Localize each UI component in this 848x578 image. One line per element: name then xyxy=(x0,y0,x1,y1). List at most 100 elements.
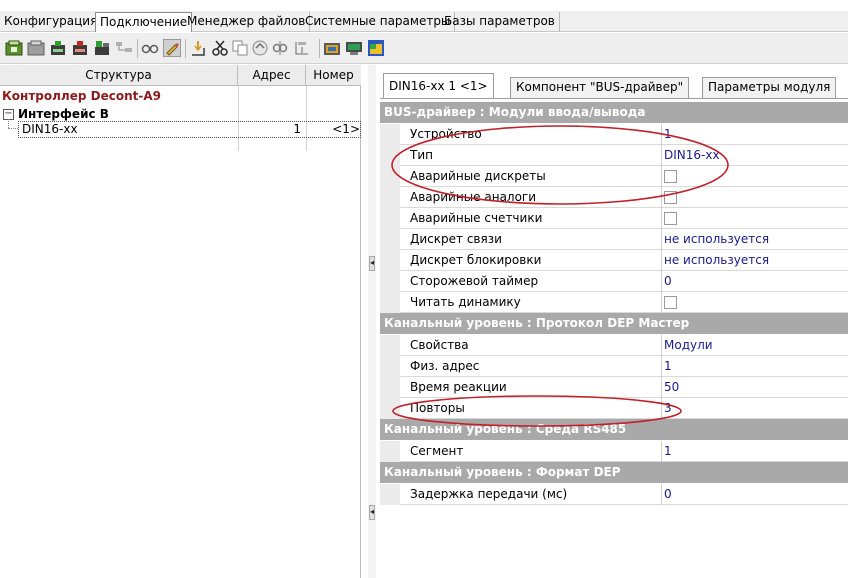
property-value[interactable]: не используется xyxy=(664,250,769,270)
property-value[interactable]: Модули xyxy=(664,335,713,355)
property-checkbox[interactable] xyxy=(664,212,677,225)
pane-splitter[interactable]: ◂ ◂ xyxy=(368,65,376,578)
property-row[interactable]: Устройство 1 xyxy=(380,124,848,145)
collapse-icon[interactable]: − xyxy=(3,108,14,120)
collapse-left-arrow-icon[interactable]: ◂ xyxy=(369,256,375,271)
menu-tab-configuration[interactable]: Конфигурация xyxy=(0,12,103,32)
device-name: DIN16-xx xyxy=(22,122,78,136)
property-name: Дискрет связи xyxy=(410,232,502,246)
tab-module-parameters[interactable]: Параметры модуля xyxy=(702,77,837,98)
section-header[interactable]: Канальный уровень : Формат DEP xyxy=(380,462,848,483)
edit-icon[interactable] xyxy=(163,39,181,57)
menu-tab-file-manager[interactable]: Менеджер файлов xyxy=(183,12,311,32)
property-name: Задержка передачи (мс) xyxy=(410,487,568,501)
row-gutter xyxy=(380,335,400,356)
property-name: Сегмент xyxy=(410,444,464,458)
remove-device-icon[interactable] xyxy=(71,39,89,57)
menu-tab-parameter-bases[interactable]: Базы параметров xyxy=(440,12,560,32)
paste-icon[interactable] xyxy=(251,39,269,57)
row-gutter xyxy=(380,229,400,250)
column-divider xyxy=(661,398,662,419)
tree-root-controller[interactable]: Контроллер Decont-A9 xyxy=(2,89,161,103)
property-value[interactable]: 0 xyxy=(664,271,672,291)
property-row[interactable]: Тип DIN16-xx xyxy=(380,145,848,166)
toolbar-separator xyxy=(319,39,320,58)
property-value[interactable]: 1 xyxy=(664,441,672,461)
property-value[interactable]: не используется xyxy=(664,229,769,249)
tab-device[interactable]: DIN16-xx 1 <1> xyxy=(383,73,494,98)
add-group-icon[interactable] xyxy=(93,39,111,57)
property-row[interactable]: Задержка передачи (мс) 0 xyxy=(380,484,848,505)
property-row[interactable]: Повторы 3 xyxy=(380,398,848,419)
row-gutter xyxy=(380,187,400,208)
column-divider xyxy=(661,145,662,166)
row-gutter xyxy=(380,292,400,313)
row-gutter xyxy=(380,250,400,271)
structure-pane: Структура Адрес Номер Контроллер Decont-… xyxy=(0,65,361,578)
cut-icon[interactable] xyxy=(211,39,229,57)
property-row[interactable]: Читать динамику xyxy=(380,292,848,313)
menu-tab-connection[interactable]: Подключение xyxy=(95,12,193,32)
glasses-icon[interactable] xyxy=(141,39,159,57)
window-icon[interactable] xyxy=(367,39,385,57)
property-value[interactable]: DIN16-xx xyxy=(664,145,720,165)
row-gutter xyxy=(380,124,400,145)
property-row[interactable]: Дискрет связи не используется xyxy=(380,229,848,250)
insert-icon[interactable] xyxy=(189,39,207,57)
column-divider xyxy=(661,377,662,398)
property-checkbox[interactable] xyxy=(664,296,677,309)
property-row[interactable]: Дискрет блокировки не используется xyxy=(380,250,848,271)
menu-tab-system-parameters[interactable]: Системные параметры xyxy=(301,12,456,32)
property-value[interactable]: 0 xyxy=(664,484,672,504)
property-row[interactable]: Свойства Модули xyxy=(380,335,848,356)
property-name: Свойства xyxy=(410,338,469,352)
property-row[interactable]: Аварийные дискреты xyxy=(380,166,848,187)
tree-node-interface[interactable]: − Интерфейс B xyxy=(3,107,109,121)
property-row[interactable]: Аварийные счетчики xyxy=(380,208,848,229)
tree-icon[interactable] xyxy=(115,39,133,57)
tree-row-device[interactable]: DIN16-xx 1 <1> xyxy=(18,121,361,138)
config-icon[interactable] xyxy=(293,39,311,57)
column-divider xyxy=(661,229,662,250)
property-checkbox[interactable] xyxy=(664,191,677,204)
add-device-icon[interactable] xyxy=(49,39,67,57)
property-name: Устройство xyxy=(410,127,482,141)
add-module-icon[interactable] xyxy=(5,39,23,57)
row-gutter xyxy=(380,208,400,229)
column-divider xyxy=(661,187,662,208)
property-row[interactable]: Аварийные аналоги xyxy=(380,187,848,208)
property-name: Повторы xyxy=(410,401,465,415)
tree-connector xyxy=(8,128,18,129)
property-value[interactable]: 3 xyxy=(664,398,672,418)
property-row[interactable]: Время реакции 50 xyxy=(380,377,848,398)
toolbar xyxy=(0,33,848,64)
property-row[interactable]: Сегмент 1 xyxy=(380,441,848,462)
property-value[interactable]: 1 xyxy=(664,124,672,144)
monitor-icon[interactable] xyxy=(345,39,363,57)
link-icon[interactable] xyxy=(271,39,289,57)
property-checkbox[interactable] xyxy=(664,170,677,183)
property-row[interactable]: Физ. адрес 1 xyxy=(380,356,848,377)
section-header[interactable]: Канальный уровень : Протокол DEP Мастер xyxy=(380,313,848,334)
property-row[interactable]: Сторожевой таймер 0 xyxy=(380,271,848,292)
tab-bus-driver[interactable]: Компонент "BUS-драйвер" xyxy=(510,77,690,98)
column-number[interactable]: Номер xyxy=(306,65,361,86)
row-gutter xyxy=(380,271,400,292)
collapse-left-arrow-icon[interactable]: ◂ xyxy=(369,505,375,520)
module-icon[interactable] xyxy=(27,39,45,57)
section-header[interactable]: Канальный уровень : Среда RS485 xyxy=(380,419,848,440)
section-header[interactable]: BUS-драйвер : Модули ввода/вывода xyxy=(380,102,848,123)
copy-icon[interactable] xyxy=(231,39,249,57)
column-divider xyxy=(661,356,662,377)
column-structure[interactable]: Структура xyxy=(0,65,238,86)
column-line xyxy=(238,86,239,151)
property-value[interactable]: 50 xyxy=(664,377,679,397)
column-address[interactable]: Адрес xyxy=(238,65,306,86)
properties-tabs: DIN16-xx 1 <1> Компонент "BUS-драйвер" П… xyxy=(380,70,848,98)
property-name: Аварийные счетчики xyxy=(410,211,543,225)
menu-bar: Конфигурация Подключение Менеджер файлов… xyxy=(0,11,848,32)
column-divider xyxy=(661,166,662,187)
property-value[interactable]: 1 xyxy=(664,356,672,376)
load-icon[interactable] xyxy=(323,39,341,57)
row-gutter xyxy=(380,484,400,505)
